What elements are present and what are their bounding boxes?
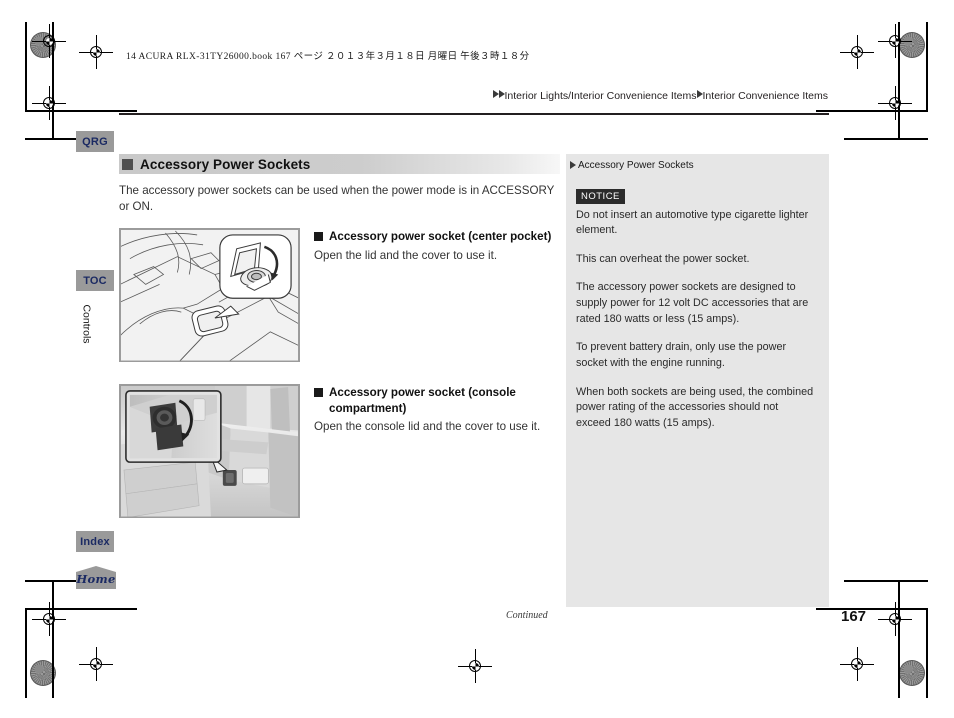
section-subtitle-console-compartment: Accessory power socket (console compartm…: [314, 385, 560, 416]
breadcrumb: Interior Lights/Interior Convenience Ite…: [492, 90, 828, 102]
print-slug: 14 ACURA RLX-31TY26000.book 167 ページ ２０１３…: [126, 52, 530, 62]
header-rule: [119, 113, 829, 115]
registration-target-7: [32, 602, 66, 636]
intro-paragraph: The accessory power sockets can be used …: [119, 184, 555, 214]
section-center-pocket: Accessory power socket (center pocket) O…: [119, 227, 560, 362]
main-content: Accessory Power Sockets The accessory po…: [119, 154, 560, 518]
side-note-paragraph-1: Do not insert an automotive type cigaret…: [576, 208, 809, 237]
section-label-text: Controls: [80, 304, 93, 344]
continued-label: Continued: [506, 610, 548, 621]
page-title-bar: Accessory Power Sockets: [119, 154, 560, 174]
page-title: Accessory Power Sockets: [140, 156, 311, 172]
tab-label-qrg: QRG: [82, 135, 108, 148]
section-body-center-pocket: Open the lid and the cover to use it.: [314, 248, 498, 262]
section-subtitle-center-pocket: Accessory power socket (center pocket): [314, 229, 560, 245]
subtitle-line-2b: compartment): [329, 401, 407, 415]
side-note-paragraph-3: The accessory power sockets are designed…: [576, 281, 809, 325]
registration-target-4: [878, 24, 912, 58]
center-pocket-illustration: [120, 228, 299, 361]
sidebar-tab-index[interactable]: Index: [76, 531, 114, 552]
breadcrumb-level-2[interactable]: Interior Convenience Items: [703, 90, 828, 102]
side-note-paragraph-2: This can overheat the power socket.: [576, 252, 750, 265]
registration-target-6: [878, 86, 912, 120]
tab-label-toc: TOC: [83, 274, 107, 287]
home-button-label: Home: [76, 571, 116, 586]
section-body-console-compartment: Open the console lid and the cover to us…: [314, 420, 541, 434]
section-text-console-compartment: Accessory power socket (console compartm…: [314, 384, 560, 518]
bullet-square-icon-2: [314, 231, 323, 241]
registration-target-10: [840, 647, 874, 681]
subtitle-line-1b: Accessory power socket (console: [329, 385, 516, 399]
side-note-title: Accessory Power Sockets: [566, 154, 829, 172]
side-note-paragraph-4: To prevent battery drain, only use the p…: [576, 341, 787, 369]
breadcrumb-level-1[interactable]: Interior Lights/Interior Convenience Ite…: [505, 90, 697, 102]
bullet-square-icon: [122, 158, 133, 170]
sidebar-tab-toc[interactable]: TOC: [76, 270, 114, 291]
side-note-title-text: Accessory Power Sockets: [578, 160, 694, 171]
section-text-center-pocket: Accessory power socket (center pocket) O…: [314, 228, 560, 362]
figure-console-compartment: [119, 383, 300, 518]
side-note-paragraph-5: When both sockets are being used, the co…: [576, 385, 814, 429]
side-note-panel: Accessory Power Sockets NOTICE Do not in…: [566, 154, 829, 607]
registration-target-5: [840, 35, 874, 69]
subtitle-line-1: Accessory power socket (center pocket): [329, 229, 552, 243]
console-compartment-photo: [120, 384, 299, 517]
registration-target-3: [32, 86, 66, 120]
home-button[interactable]: Home: [76, 566, 116, 589]
figure-center-pocket: [119, 227, 300, 362]
section-label-controls: Controls: [76, 293, 97, 355]
section-console-compartment: Accessory power socket (console compartm…: [119, 383, 560, 518]
tab-label-index: Index: [80, 535, 110, 548]
page-number: 167: [841, 608, 867, 625]
manual-page: 14 ACURA RLX-31TY26000.book 167 ページ ２０１３…: [0, 0, 954, 718]
registration-target-9: [878, 602, 912, 636]
registration-target-center-bottom: [458, 649, 492, 683]
notice-badge: NOTICE: [576, 189, 625, 204]
registration-target-2: [79, 35, 113, 69]
bullet-square-icon-3: [314, 387, 323, 397]
double-triangle-icon: [570, 161, 576, 169]
density-dot-bottom-right: [899, 660, 925, 686]
sidebar-tab-qrg[interactable]: QRG: [76, 131, 114, 152]
registration-target-8: [79, 647, 113, 681]
registration-target-1: [32, 24, 66, 58]
